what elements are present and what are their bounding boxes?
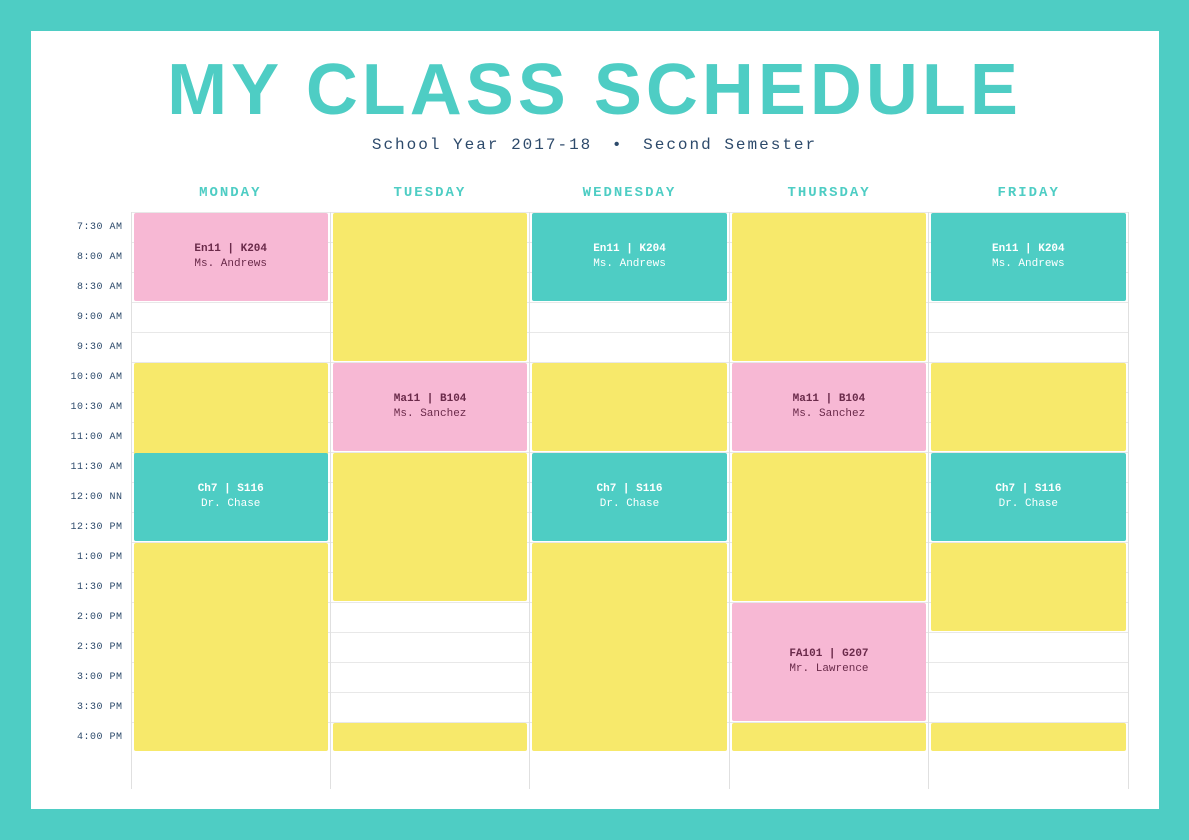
time-label: 3:30 PM	[61, 692, 131, 722]
time-label: 10:30 AM	[61, 392, 131, 422]
event-teacher: Ms. Lodge	[999, 677, 1058, 692]
event-name: Ch7.1 | S211	[391, 647, 470, 662]
day-header: TUESDAY	[330, 174, 530, 212]
semester: Second Semester	[643, 136, 817, 154]
schedule-area: 7:30 AM8:00 AM8:30 AM9:00 AM9:30 AM10:00…	[61, 174, 1129, 789]
day-column: Ma11 | B104Ms. Sanchez FA101 | G207Mr. La…	[729, 212, 928, 789]
dot: •	[612, 136, 624, 154]
event-name: Lit14 | K204	[191, 317, 270, 332]
time-label: 1:00 PM	[61, 542, 131, 572]
day-column: Ma11 | B104Ms. Sanchez Ch7.1 | S211Dr. Ch…	[330, 212, 529, 789]
event-teacher: Dr. Chase	[201, 497, 260, 512]
time-label: 4:00 PM	[61, 722, 131, 752]
event-name: Ch7 | S116	[995, 482, 1061, 497]
event-name: En11 | K204	[992, 242, 1065, 257]
event-block	[333, 453, 527, 601]
event-teacher: Ms. Sanchez	[394, 407, 467, 422]
event-block: In101 | C102Ms. Lodge	[931, 633, 1125, 721]
event-name: FA101 | G207	[789, 647, 868, 662]
event-teacher: Dr. Chase	[999, 497, 1058, 512]
event-block: En11 | K204Ms. Andrews	[931, 213, 1125, 301]
event-teacher: Ms. Andrews	[593, 257, 666, 272]
event-block	[732, 213, 926, 361]
main-title: MY CLASS SCHEDULE	[61, 51, 1129, 130]
event-name: In101 | C102	[989, 662, 1068, 677]
event-block	[532, 363, 726, 451]
event-block	[333, 213, 527, 361]
time-label: 10:00 AM	[61, 362, 131, 392]
event-teacher: Mr. Sawyer	[995, 332, 1061, 347]
event-block	[931, 543, 1125, 631]
event-block: Ch7 | S116Dr. Chase	[532, 453, 726, 541]
event-teacher: Ms. Andrews	[194, 257, 267, 272]
event-block: En11 | K204Ms. Andrews	[134, 213, 328, 301]
time-column: 7:30 AM8:00 AM8:30 AM9:00 AM9:30 AM10:00…	[61, 174, 131, 789]
event-block: En11 | K204Ms. Andrews	[532, 213, 726, 301]
day-headers: MONDAYTUESDAYWEDNESDAYTHURSDAYFRIDAY	[131, 174, 1129, 212]
event-block: FA101 | G207Mr. Lawrence	[732, 603, 926, 721]
day-column: En11 | K204Ms. AndrewsLit14 | K204Mr. Sa…	[928, 212, 1128, 789]
event-name: Ma11 | B104	[394, 392, 467, 407]
event-name: En11 | K204	[593, 242, 666, 257]
event-block: Ma11 | B104Ms. Sanchez	[333, 363, 527, 451]
event-block: Ma11 | B104Ms. Sanchez	[732, 363, 926, 451]
day-header: MONDAY	[131, 174, 331, 212]
time-label: 11:30 AM	[61, 452, 131, 482]
event-block	[732, 723, 926, 751]
time-label: 7:30 AM	[61, 212, 131, 242]
time-label: 2:00 PM	[61, 602, 131, 632]
time-label: 12:00 NN	[61, 482, 131, 512]
day-header: WEDNESDAY	[530, 174, 730, 212]
time-label: 9:00 AM	[61, 302, 131, 332]
schedule-container: MY CLASS SCHEDULE School Year 2017-18 • …	[25, 25, 1165, 815]
event-block	[732, 453, 926, 601]
time-label: 8:30 AM	[61, 272, 131, 302]
event-teacher: Mr. Sawyer	[597, 332, 663, 347]
time-label: 2:30 PM	[61, 632, 131, 662]
event-block: Ch7 | S116Dr. Chase	[134, 453, 328, 541]
day-header: FRIDAY	[929, 174, 1129, 212]
event-teacher: Dr. Chase	[600, 497, 659, 512]
event-teacher: Ms. Sanchez	[793, 407, 866, 422]
header: MY CLASS SCHEDULE School Year 2017-18 • …	[61, 51, 1129, 154]
event-name: Ma11 | B104	[793, 392, 866, 407]
school-year: School Year 2017-18	[372, 136, 592, 154]
event-teacher: Ms. Andrews	[992, 257, 1065, 272]
day-header: THURSDAY	[729, 174, 929, 212]
event-block	[931, 363, 1125, 451]
grid-area: MONDAYTUESDAYWEDNESDAYTHURSDAYFRIDAY En1…	[131, 174, 1129, 789]
event-name: En11 | K204	[194, 242, 267, 257]
event-teacher: Dr. Chase	[400, 662, 459, 677]
day-column: En11 | K204Ms. AndrewsLit14 | K204Mr. Sa…	[131, 212, 330, 789]
event-block: Lit14 | K204Mr. Sawyer	[532, 303, 726, 361]
event-name: Ch7 | S116	[198, 482, 264, 497]
time-label: 12:30 PM	[61, 512, 131, 542]
event-teacher: Mr. Sawyer	[198, 332, 264, 347]
time-label: 3:00 PM	[61, 662, 131, 692]
event-block	[931, 723, 1125, 751]
time-label: 8:00 AM	[61, 242, 131, 272]
time-label: 9:30 AM	[61, 332, 131, 362]
event-block: Lit14 | K204Mr. Sawyer	[134, 303, 328, 361]
event-block: Ch7.1 | S211Dr. Chase	[333, 603, 527, 721]
event-block	[532, 543, 726, 751]
event-name: Ch7 | S116	[597, 482, 663, 497]
event-name: Lit14 | K204	[989, 317, 1068, 332]
event-block: Ch7 | S116Dr. Chase	[931, 453, 1125, 541]
event-teacher: Mr. Lawrence	[789, 662, 868, 677]
grid-body: En11 | K204Ms. AndrewsLit14 | K204Mr. Sa…	[131, 212, 1129, 789]
subtitle: School Year 2017-18 • Second Semester	[61, 136, 1129, 154]
event-block	[134, 543, 328, 751]
event-block: Lit14 | K204Mr. Sawyer	[931, 303, 1125, 361]
event-name: Lit14 | K204	[590, 317, 669, 332]
time-label: 1:30 PM	[61, 572, 131, 602]
day-column: En11 | K204Ms. AndrewsLit14 | K204Mr. Sa…	[529, 212, 728, 789]
time-label: 11:00 AM	[61, 422, 131, 452]
event-block	[333, 723, 527, 751]
